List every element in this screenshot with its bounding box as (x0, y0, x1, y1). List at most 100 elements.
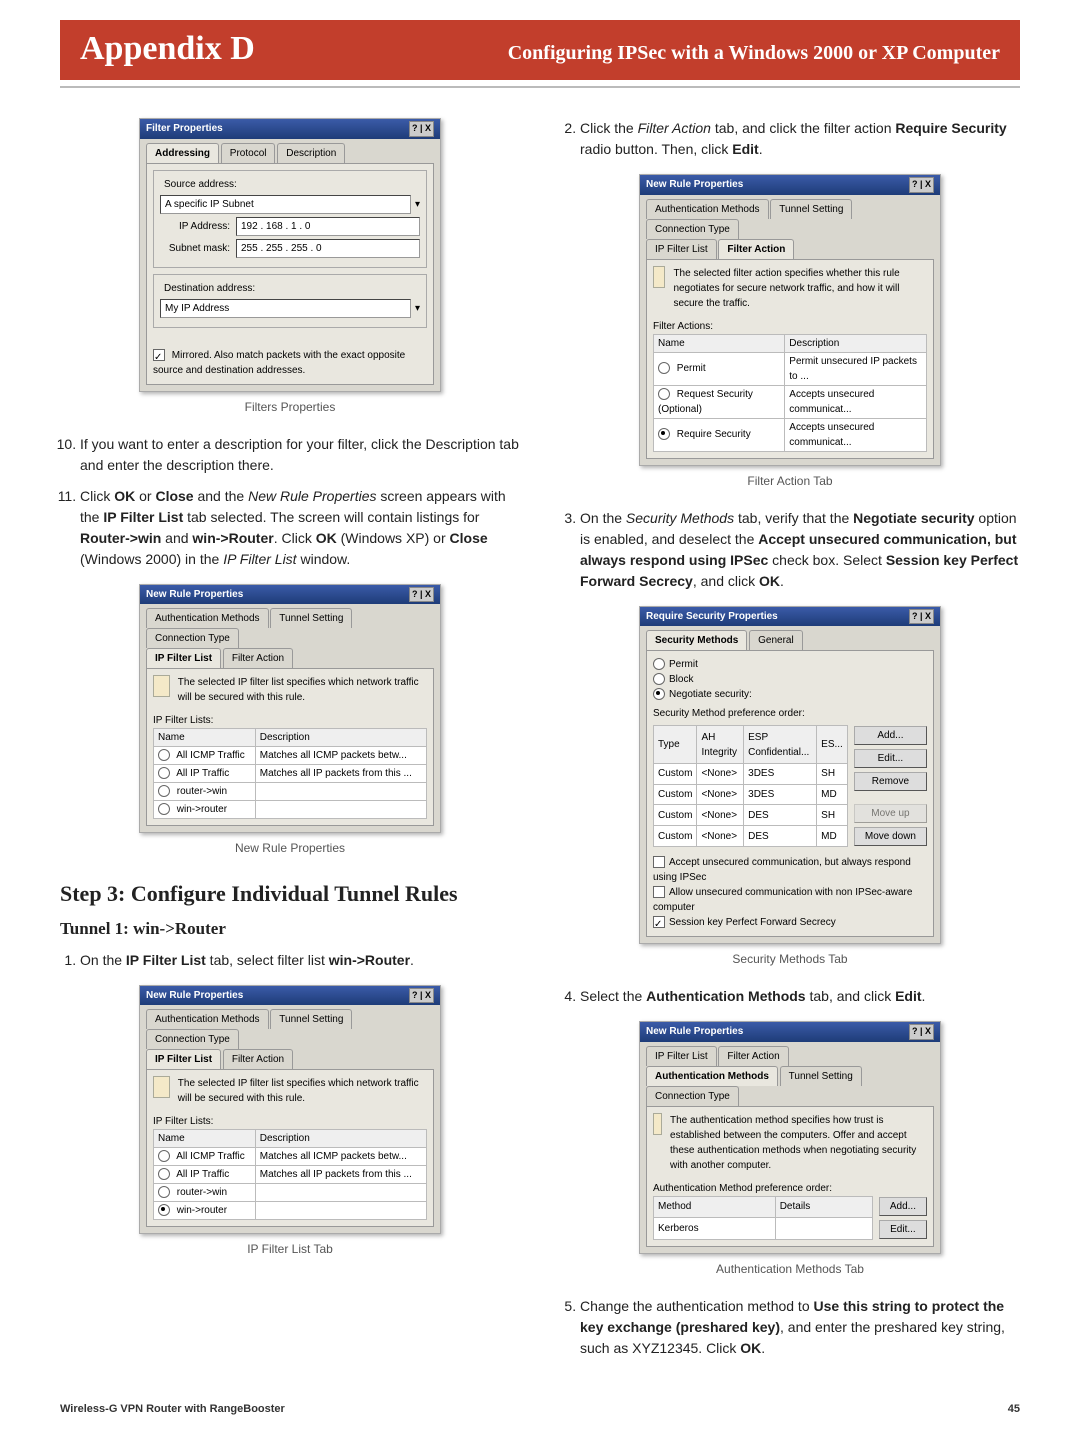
tab-ip-filter-list[interactable]: IP Filter List (646, 1046, 717, 1066)
figure-caption: Filters Properties (60, 398, 520, 416)
accept-unsecured-checkbox[interactable] (653, 856, 665, 868)
tab-protocol[interactable]: Protocol (221, 143, 276, 163)
ip-address-label: IP Address: (160, 219, 230, 234)
add-button[interactable]: Add... (879, 1197, 927, 1216)
tab-filter-action[interactable]: Filter Action (718, 1046, 788, 1066)
help-close-buttons[interactable]: ? | X (409, 988, 434, 1004)
dialog-tabs[interactable]: Addressing Protocol Description (140, 139, 440, 163)
tab-auth-methods[interactable]: Authentication Methods (646, 199, 769, 219)
dialog-require-security: Require Security Properties? | X Securit… (639, 606, 941, 945)
list-radio[interactable] (658, 428, 670, 440)
tab-ip-filter-list[interactable]: IP Filter List (146, 648, 221, 668)
destination-select[interactable]: My IP Address (160, 299, 411, 318)
security-methods-table[interactable]: TypeAH IntegrityESP Confidential...ES...… (653, 725, 848, 847)
negotiate-radio[interactable] (653, 688, 665, 700)
filter-actions-label: Filter Actions: (653, 319, 927, 334)
tab-description[interactable]: Description (277, 143, 345, 163)
ip-filter-lists-table-1[interactable]: NameDescription All ICMP TrafficMatches … (153, 728, 427, 819)
block-radio[interactable] (653, 673, 665, 685)
help-close-buttons[interactable]: ? | X (909, 177, 934, 193)
help-close-buttons[interactable]: ? | X (909, 1024, 934, 1040)
tab-addressing[interactable]: Addressing (146, 143, 219, 163)
source-address-group: Source address: (160, 177, 241, 192)
dialog-title: New Rule Properties (146, 988, 243, 1003)
mirrored-checkbox[interactable]: ✓ (153, 349, 165, 361)
tab-connection-type[interactable]: Connection Type (646, 1086, 739, 1106)
list-radio[interactable] (658, 362, 670, 374)
auth-order-label: Authentication Method preference order: (653, 1181, 927, 1196)
tab-connection-type[interactable]: Connection Type (146, 628, 239, 648)
dialog-tabs-row1[interactable]: Authentication Methods Tunnel Setting Co… (140, 604, 440, 648)
tab-tunnel-setting[interactable]: Tunnel Setting (770, 199, 852, 219)
remove-button[interactable]: Remove (854, 772, 927, 791)
figure-caption: Security Methods Tab (560, 950, 1020, 968)
page-footer: Wireless-G VPN Router with RangeBooster … (60, 1403, 1020, 1415)
destination-address-group: Destination address: (160, 281, 259, 296)
tab-ip-filter-list[interactable]: IP Filter List (646, 239, 717, 259)
figure-caption: IP Filter List Tab (60, 1240, 520, 1258)
two-columns: Filter Properties ? | X Addressing Proto… (60, 118, 1020, 1373)
tab-security-methods[interactable]: Security Methods (646, 630, 747, 650)
help-close-buttons[interactable]: ? | X (409, 121, 434, 137)
tab-connection-type[interactable]: Connection Type (146, 1029, 239, 1049)
allow-non-ipsec-checkbox[interactable] (653, 886, 665, 898)
ip-address-field[interactable]: 192 . 168 . 1 . 0 (236, 217, 420, 236)
panel-description: The selected filter action specifies whe… (673, 266, 927, 311)
list-radio[interactable] (158, 1186, 170, 1198)
add-button[interactable]: Add... (854, 726, 927, 745)
tab-general[interactable]: General (749, 630, 803, 650)
dialog-title: Filter Properties (146, 121, 223, 136)
tab-filter-action[interactable]: Filter Action (718, 239, 794, 259)
help-close-buttons[interactable]: ? | X (409, 587, 434, 603)
move-up-button[interactable]: Move up (854, 804, 927, 823)
list-radio[interactable] (158, 749, 170, 761)
tunnel-step-4: Select the Authentication Methods tab, a… (580, 986, 1020, 1007)
list-radio[interactable] (158, 1150, 170, 1162)
list-radio[interactable] (158, 785, 170, 797)
page: Appendix D Configuring IPSec with a Wind… (0, 0, 1080, 1455)
pfs-checkbox[interactable]: ✓ (653, 916, 665, 928)
source-select[interactable]: A specific IP Subnet (160, 195, 411, 214)
tab-filter-action[interactable]: Filter Action (223, 648, 293, 668)
edit-button[interactable]: Edit... (854, 749, 927, 768)
tab-tunnel-setting[interactable]: Tunnel Setting (270, 608, 352, 628)
tab-auth-methods[interactable]: Authentication Methods (146, 1009, 269, 1029)
list-radio[interactable] (158, 1204, 170, 1216)
panel-description: The selected IP filter list specifies wh… (178, 1076, 427, 1106)
figure-caption: New Rule Properties (60, 839, 520, 857)
ip-filter-lists-label: IP Filter Lists: (153, 1114, 427, 1129)
auth-methods-table[interactable]: MethodDetailsKerberos (653, 1196, 873, 1240)
product-name: Wireless-G VPN Router with RangeBooster (60, 1403, 285, 1415)
list-radio[interactable] (158, 767, 170, 779)
list-radio[interactable] (158, 803, 170, 815)
tab-ip-filter-list[interactable]: IP Filter List (146, 1049, 221, 1069)
edit-button[interactable]: Edit... (879, 1220, 927, 1239)
tab-connection-type[interactable]: Connection Type (646, 219, 739, 239)
subnet-mask-field[interactable]: 255 . 255 . 255 . 0 (236, 239, 420, 258)
permit-radio[interactable] (653, 658, 665, 670)
right-column: Click the Filter Action tab, and click t… (560, 118, 1020, 1373)
move-down-button[interactable]: Move down (854, 827, 927, 846)
left-column: Filter Properties ? | X Addressing Proto… (60, 118, 520, 1373)
ip-filter-lists-table-2[interactable]: NameDescription All ICMP TrafficMatches … (153, 1129, 427, 1220)
help-close-buttons[interactable]: ? | X (909, 609, 934, 625)
tab-auth-methods[interactable]: Authentication Methods (146, 608, 269, 628)
figure-caption: Authentication Methods Tab (560, 1260, 1020, 1278)
appendix-title: Configuring IPSec with a Windows 2000 or… (508, 42, 1000, 65)
order-label: Security Method preference order: (653, 706, 927, 721)
tab-auth-methods[interactable]: Authentication Methods (646, 1066, 778, 1086)
step-11: Click OK or Close and the New Rule Prope… (80, 486, 520, 570)
dialog-filter-properties: Filter Properties ? | X Addressing Proto… (139, 118, 441, 392)
tab-filter-action[interactable]: Filter Action (223, 1049, 293, 1069)
step-10: If you want to enter a description for y… (80, 434, 520, 476)
auth-icon (653, 1113, 662, 1135)
list-radio[interactable] (658, 388, 670, 400)
dialog-filter-action: New Rule Properties? | X Authentication … (639, 174, 941, 466)
list-radio[interactable] (158, 1168, 170, 1180)
appendix-label: Appendix D (80, 30, 255, 68)
filter-actions-table[interactable]: NameDescription PermitPermit unsecured I… (653, 334, 927, 452)
tunnel-step-1: On the IP Filter List tab, select filter… (80, 950, 520, 971)
dialog-tabs-row2[interactable]: IP Filter List Filter Action (140, 648, 440, 668)
tab-tunnel-setting[interactable]: Tunnel Setting (270, 1009, 352, 1029)
tab-tunnel-setting[interactable]: Tunnel Setting (780, 1066, 862, 1086)
